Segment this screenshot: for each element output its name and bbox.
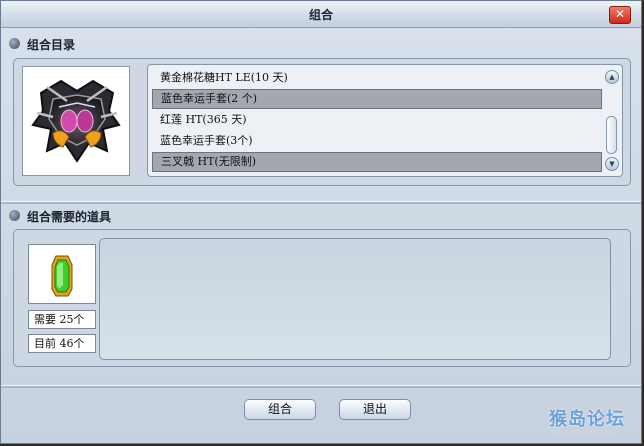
watermark-sub: BBS.HOUDAO.COM <box>551 429 617 437</box>
scroll-thumb[interactable] <box>606 116 617 154</box>
list-item-selected[interactable]: 三叉戟 HT(无限制) <box>152 152 602 172</box>
list-item-label: 蓝色幸运手套(2 个) <box>161 92 258 105</box>
list-item[interactable]: 蓝色幸运手套(3个) <box>152 131 602 151</box>
material-slot[interactable] <box>28 244 96 304</box>
combine-button[interactable]: 组合 <box>244 399 316 420</box>
watermark-logo: 猴岛论坛 BBS.HOUDAO.COM <box>549 405 643 445</box>
list-item-label: 红莲 HT(365 天) <box>160 113 247 126</box>
footer-divider <box>1 385 641 388</box>
window-title: 组合 <box>308 8 333 22</box>
section-divider <box>1 201 641 204</box>
gem-icon <box>51 255 73 297</box>
combination-list[interactable]: 黄金棉花糖HT LE(10 天) 蓝色幸运手套(2 个) 红莲 HT(365 天… <box>147 64 623 177</box>
item-preview <box>22 66 130 176</box>
title-bar: 组合 ✕ <box>1 1 641 28</box>
catalog-title: 组合目录 <box>27 38 76 52</box>
combine-window: 组合 ✕ 组合目录 黄金棉花糖HT LE(10 天) 蓝色幸运手套(2 个) 红… <box>0 0 642 444</box>
exit-button[interactable]: 退出 <box>339 399 411 420</box>
materials-title: 组合需要的道具 <box>27 210 112 224</box>
close-button[interactable]: ✕ <box>609 6 631 24</box>
trident-item-icon <box>31 79 121 163</box>
list-item[interactable]: 黄金棉花糖HT LE(10 天) <box>152 68 602 88</box>
bullet-icon <box>9 38 20 49</box>
list-item-label: 三叉戟 HT(无限制) <box>161 155 257 168</box>
list-item-selected[interactable]: 蓝色幸运手套(2 个) <box>152 89 602 109</box>
current-count: 目前 46个 <box>28 334 96 353</box>
materials-slot-area <box>99 238 611 360</box>
scroll-up-button[interactable]: ▲ <box>605 70 619 84</box>
list-item-label: 蓝色幸运手套(3个) <box>160 134 253 147</box>
close-icon: ✕ <box>614 7 626 21</box>
list-item-label: 黄金棉花糖HT LE(10 天) <box>160 71 288 84</box>
list-scrollbar[interactable]: ▲ ▼ <box>604 68 620 173</box>
bullet-icon <box>9 210 20 221</box>
list-item[interactable]: 红莲 HT(365 天) <box>152 110 602 130</box>
required-count: 需要 25个 <box>28 310 96 329</box>
watermark-main: 猴岛论坛 <box>549 409 625 430</box>
chevron-up-icon: ▲ <box>609 73 615 81</box>
scroll-down-button[interactable]: ▼ <box>605 157 619 171</box>
chevron-down-icon: ▼ <box>609 160 615 168</box>
